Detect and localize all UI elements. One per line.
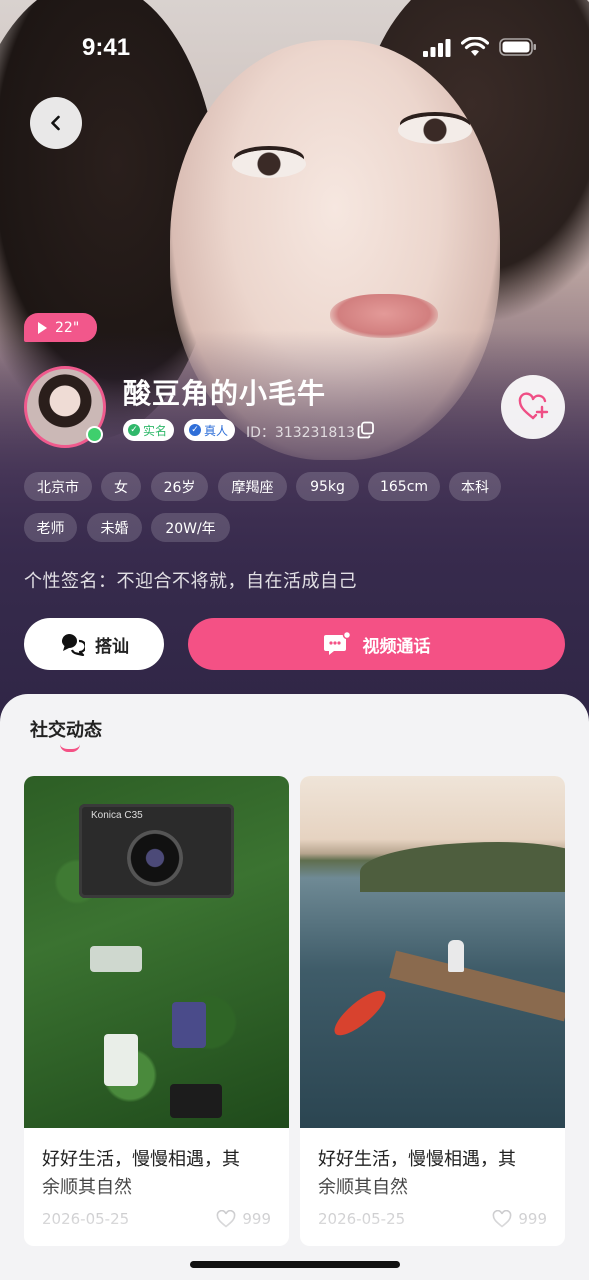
- camera-illustration: Konica C35: [79, 804, 234, 898]
- hill-illustration: [360, 842, 565, 892]
- heart-icon: [493, 1210, 512, 1228]
- heart-plus-icon: [518, 392, 549, 420]
- nickname: 酸豆角的小毛牛: [123, 377, 327, 410]
- tag-city: 北京市: [24, 472, 92, 501]
- camera-brand-text: Konica C35: [91, 810, 143, 821]
- greet-button[interactable]: 搭讪: [24, 618, 164, 670]
- check-shield-icon: ✓: [128, 424, 140, 436]
- social-feed-section: 社交动态 Konica C35 好好生活，慢慢相遇，其 余顺其自然 2026-0…: [0, 694, 589, 1280]
- hero-photo-eye-right: [398, 116, 472, 144]
- voice-intro-duration-badge[interactable]: 22": [24, 313, 97, 342]
- tag-zodiac: 摩羯座: [218, 472, 287, 501]
- greet-label: 搭讪: [95, 636, 129, 657]
- post-photo: Konica C35: [24, 776, 289, 1128]
- verified-icon: ✓: [189, 424, 201, 436]
- back-button[interactable]: [30, 97, 82, 149]
- online-status-dot: [86, 426, 103, 443]
- film-roll: [170, 1084, 222, 1118]
- post-caption-line2: 余顺其自然: [318, 1177, 408, 1198]
- post-card[interactable]: Konica C35 好好生活，慢慢相遇，其 余顺其自然 2026-05-25 …: [24, 776, 289, 1246]
- heart-icon: [217, 1210, 236, 1228]
- tag-height: 165cm: [368, 472, 440, 501]
- film-roll: [104, 1034, 138, 1086]
- tag-occupation: 老师: [24, 513, 77, 542]
- real-person-label: 真人: [204, 423, 229, 438]
- user-id: ID：313231813: [246, 425, 356, 441]
- dock-illustration: [389, 950, 565, 1022]
- avatar[interactable]: [24, 366, 106, 448]
- battery-icon: [499, 38, 536, 56]
- feed-title: 社交动态: [30, 720, 102, 741]
- like-count: 999: [518, 1210, 547, 1228]
- hero-photo-eye-left: [232, 150, 306, 178]
- video-call-icon: [323, 631, 351, 655]
- video-call-label: 视频通话: [362, 636, 431, 657]
- feed-title-underline: [60, 744, 80, 752]
- post-photo: [300, 776, 565, 1128]
- tag-weight: 95kg: [296, 472, 359, 501]
- post-caption-line2: 余顺其自然: [42, 1177, 132, 1198]
- post-card[interactable]: 好好生活，慢慢相遇，其 余顺其自然 2026-05-25 999: [300, 776, 565, 1246]
- kayak-illustration: [328, 984, 392, 1042]
- real-person-badge: ✓ 真人: [184, 419, 236, 441]
- like-count: 999: [242, 1210, 271, 1228]
- post-meta: 2026-05-25 999: [42, 1208, 271, 1230]
- tag-income: 20W/年: [151, 513, 230, 542]
- post-date: 2026-05-25: [318, 1210, 406, 1228]
- post-caption-line1: 好好生活，慢慢相遇，其: [318, 1149, 516, 1170]
- person-illustration: [448, 940, 464, 972]
- status-time: 9:41: [82, 34, 131, 61]
- post-meta: 2026-05-25 999: [318, 1208, 547, 1230]
- play-icon: [38, 321, 47, 334]
- wifi-icon: [461, 37, 489, 56]
- like-button[interactable]: 999: [216, 1210, 271, 1228]
- real-name-badge: ✓ 实名: [123, 419, 175, 441]
- camera-lens: [127, 830, 183, 886]
- post-caption-line1: 好好生活，慢慢相遇，其: [42, 1149, 240, 1170]
- tag-education: 本科: [449, 472, 501, 501]
- tag-age: 26岁: [151, 472, 208, 501]
- film-roll: [172, 1002, 206, 1048]
- film-roll: [90, 946, 142, 972]
- post-caption: 好好生活，慢慢相遇，其 余顺其自然: [318, 1146, 553, 1202]
- post-date: 2026-05-25: [42, 1210, 130, 1228]
- real-name-label: 实名: [143, 423, 168, 438]
- tag-marital-status: 未婚: [87, 513, 142, 542]
- status-bar: 9:41: [0, 0, 589, 92]
- personal-signature: 个性签名：不迎合不将就，自在活成自己: [24, 571, 357, 592]
- follow-button[interactable]: [501, 375, 565, 439]
- post-caption: 好好生活，慢慢相遇，其 余顺其自然: [42, 1146, 277, 1202]
- chevron-left-icon: [51, 115, 60, 131]
- chat-bubbles-icon: [62, 634, 85, 656]
- copy-icon[interactable]: [357, 421, 375, 439]
- like-button[interactable]: 999: [492, 1210, 547, 1228]
- cellular-signal-icon: [423, 39, 451, 57]
- duration-text: 22": [55, 319, 80, 336]
- tag-gender: 女: [101, 472, 141, 501]
- home-indicator[interactable]: [190, 1261, 400, 1268]
- video-call-button[interactable]: 视频通话: [188, 618, 565, 670]
